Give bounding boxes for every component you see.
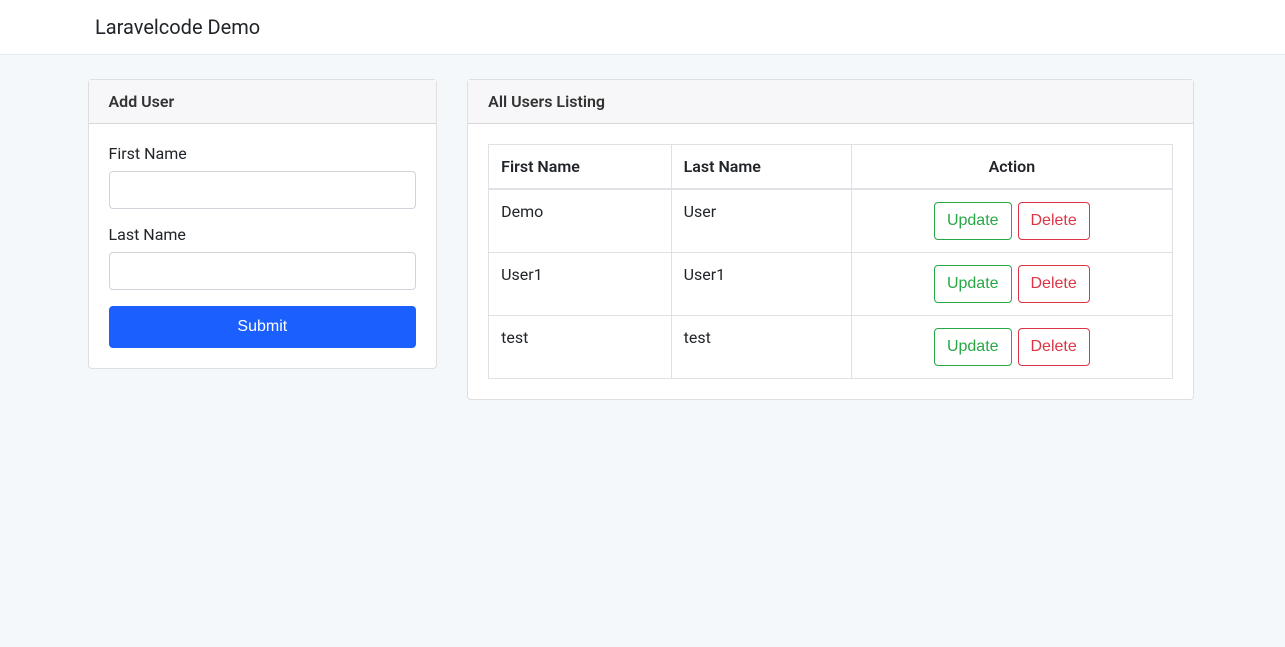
add-user-card-body: First Name Last Name Submit: [89, 124, 437, 368]
table-row: User1 User1 Update Delete: [489, 253, 1173, 316]
navbar-brand[interactable]: Laravelcode Demo: [95, 15, 260, 39]
table-row: test test Update Delete: [489, 316, 1173, 379]
update-button[interactable]: Update: [934, 202, 1012, 240]
update-button[interactable]: Update: [934, 328, 1012, 366]
first-name-group: First Name: [109, 144, 417, 209]
listing-card-body: First Name Last Name Action Demo User Up…: [468, 124, 1193, 399]
add-user-card: Add User First Name Last Name Submit: [88, 79, 438, 369]
cell-first-name: Demo: [489, 189, 671, 253]
main-container: Add User First Name Last Name Submit: [73, 79, 1213, 400]
delete-button[interactable]: Delete: [1018, 328, 1090, 366]
cell-action: Update Delete: [851, 253, 1173, 316]
users-table: First Name Last Name Action Demo User Up…: [488, 144, 1173, 379]
add-user-form: First Name Last Name Submit: [109, 144, 417, 348]
table-header-row: First Name Last Name Action: [489, 145, 1173, 190]
listing-card-header: All Users Listing: [468, 80, 1193, 124]
cell-last-name: User1: [671, 253, 851, 316]
delete-button[interactable]: Delete: [1018, 202, 1090, 240]
column-action: Action: [851, 145, 1173, 190]
update-button[interactable]: Update: [934, 265, 1012, 303]
cell-first-name: User1: [489, 253, 671, 316]
cell-action: Update Delete: [851, 189, 1173, 253]
cell-last-name: User: [671, 189, 851, 253]
navbar: Laravelcode Demo: [0, 0, 1285, 55]
submit-group: Submit: [109, 306, 417, 348]
column-last-name: Last Name: [671, 145, 851, 190]
column-first-name: First Name: [489, 145, 671, 190]
main-row: Add User First Name Last Name Submit: [88, 79, 1198, 400]
last-name-input[interactable]: [109, 252, 417, 290]
submit-button[interactable]: Submit: [109, 306, 417, 348]
cell-action: Update Delete: [851, 316, 1173, 379]
first-name-label: First Name: [109, 144, 417, 163]
last-name-group: Last Name: [109, 225, 417, 290]
last-name-label: Last Name: [109, 225, 417, 244]
cell-first-name: test: [489, 316, 671, 379]
listing-card: All Users Listing First Name Last Name A…: [467, 79, 1194, 400]
first-name-input[interactable]: [109, 171, 417, 209]
delete-button[interactable]: Delete: [1018, 265, 1090, 303]
add-user-column: Add User First Name Last Name Submit: [88, 79, 438, 400]
add-user-card-header: Add User: [89, 80, 437, 124]
table-row: Demo User Update Delete: [489, 189, 1173, 253]
cell-last-name: test: [671, 316, 851, 379]
listing-column: All Users Listing First Name Last Name A…: [467, 79, 1194, 400]
